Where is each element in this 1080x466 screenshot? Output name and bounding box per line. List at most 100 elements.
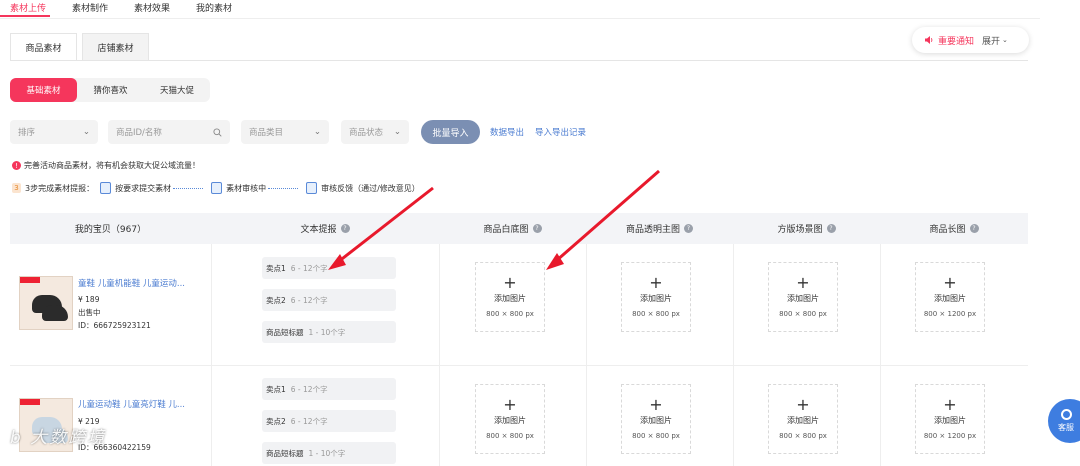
segment-guess[interactable]: 猜你喜欢 bbox=[77, 78, 144, 102]
upload-label: 添加图片 bbox=[640, 294, 672, 303]
upload-size: 800 × 800 px bbox=[632, 432, 680, 440]
field-label: 商品短标题 bbox=[266, 448, 304, 458]
field-label: 卖点2 bbox=[266, 295, 286, 305]
col-transparent-label: 商品透明主图 bbox=[625, 225, 680, 235]
field-label: 卖点1 bbox=[266, 384, 286, 394]
redacted-mark bbox=[20, 277, 40, 283]
promo-tip-text: 完善活动商品素材，将有机会获取大促公域流量！ bbox=[24, 161, 200, 170]
notice-expand[interactable]: 展开 bbox=[982, 34, 1000, 47]
tab-material-make[interactable]: 素材制作 bbox=[72, 1, 108, 14]
status-select[interactable]: 商品状态 ⌄ bbox=[341, 120, 409, 144]
upload-white-bg[interactable]: + 添加图片 800 × 800 px bbox=[475, 384, 545, 454]
product-name[interactable]: 儿童运动鞋 儿童亮灯鞋 儿... bbox=[78, 398, 185, 410]
upload-white-bg[interactable]: + 添加图片 800 × 800 px bbox=[475, 262, 545, 332]
category-select[interactable]: 商品类目 ⌄ bbox=[241, 120, 329, 144]
short-title-input[interactable]: 商品短标题 1 - 10个字 bbox=[262, 321, 396, 343]
customer-service-label: 客服 bbox=[1058, 423, 1074, 432]
field-hint: 6 - 12个字 bbox=[290, 416, 328, 426]
upload-transparent[interactable]: + 添加图片 800 × 800 px bbox=[621, 262, 691, 332]
segment-basic[interactable]: 基础素材 bbox=[10, 78, 77, 102]
cell-divider bbox=[211, 366, 212, 466]
step-2: 素材审核中 bbox=[226, 183, 267, 193]
upload-label: 添加图片 bbox=[787, 294, 819, 303]
table-row: 童鞋 儿童机能鞋 儿童运动... ¥ 189 出售中 ID：6667259231… bbox=[10, 244, 1028, 366]
product-price: ¥ 189 bbox=[78, 295, 100, 304]
col-long-image: 商品长图? bbox=[880, 213, 1028, 244]
upload-label: 添加图片 bbox=[934, 294, 966, 303]
segment-tmall-promo[interactable]: 天猫大促 bbox=[144, 78, 210, 102]
cell-divider bbox=[733, 366, 734, 466]
product-name[interactable]: 童鞋 儿童机能鞋 儿童运动... bbox=[78, 277, 185, 289]
tab-shop-material[interactable]: 店铺素材 bbox=[82, 33, 149, 61]
selling-point-1-input[interactable]: 卖点1 6 - 12个字 bbox=[262, 257, 396, 279]
step-count-badge: 3 bbox=[12, 183, 21, 193]
alert-icon: ! bbox=[12, 161, 21, 170]
plus-icon: + bbox=[649, 395, 663, 414]
search-input[interactable]: 商品ID/名称 bbox=[108, 120, 230, 144]
selling-point-2-input[interactable]: 卖点2 6 - 12个字 bbox=[262, 289, 396, 311]
notice-label: 重要通知 bbox=[938, 36, 975, 47]
step-3: 审核反馈（通过/修改意见） bbox=[321, 183, 420, 193]
step-connector bbox=[173, 187, 204, 189]
category-select-label: 商品类目 bbox=[249, 128, 284, 138]
search-icon[interactable] bbox=[213, 127, 222, 137]
upload-size: 800 × 1200 px bbox=[923, 432, 977, 440]
product-id: ID：666725923121 bbox=[78, 321, 151, 330]
submit-icon bbox=[100, 182, 112, 194]
field-hint: 6 - 12个字 bbox=[290, 384, 328, 394]
important-notice[interactable]: 重要通知 展开 ⌄ bbox=[912, 27, 1029, 53]
step-connector bbox=[268, 187, 299, 189]
upload-square-scene[interactable]: + 添加图片 800 × 800 px bbox=[768, 262, 838, 332]
watermark: b 大数跨境 bbox=[10, 428, 107, 448]
upload-size: 800 × 800 px bbox=[486, 432, 534, 440]
product-image[interactable] bbox=[19, 276, 73, 330]
col-long-image-label: 商品长图 bbox=[929, 225, 966, 235]
tab-material-effect[interactable]: 素材效果 bbox=[134, 1, 170, 14]
upload-label: 添加图片 bbox=[640, 416, 672, 425]
search-placeholder: 商品ID/名称 bbox=[116, 128, 162, 138]
customer-service-button[interactable]: 客服 bbox=[1048, 399, 1080, 443]
export-log-link[interactable]: 导入导出记录 bbox=[535, 126, 586, 138]
upload-size: 800 × 800 px bbox=[632, 310, 680, 318]
chevron-down-icon: ⌄ bbox=[393, 127, 401, 137]
upload-label: 添加图片 bbox=[787, 416, 819, 425]
cell-divider bbox=[733, 244, 734, 365]
upload-label: 添加图片 bbox=[494, 416, 526, 425]
help-icon[interactable]: ? bbox=[532, 224, 542, 233]
step-1: 按要求提交素材 bbox=[115, 183, 172, 193]
selling-point-2-input[interactable]: 卖点2 6 - 12个字 bbox=[262, 410, 396, 432]
product-status: 出售中 bbox=[78, 308, 101, 317]
col-white-bg: 商品白底图? bbox=[439, 213, 586, 244]
status-select-label: 商品状态 bbox=[349, 128, 384, 138]
upload-long-image[interactable]: + 添加图片 800 × 1200 px bbox=[915, 384, 985, 454]
help-icon[interactable]: ? bbox=[969, 224, 979, 233]
sort-select[interactable]: 排序 ⌄ bbox=[10, 120, 98, 144]
redacted-mark bbox=[20, 399, 40, 405]
chevron-down-icon: ⌄ bbox=[1002, 36, 1008, 44]
col-square-scene-label: 方版场景图 bbox=[777, 225, 823, 235]
tab-product-material[interactable]: 商品素材 bbox=[10, 33, 77, 61]
upload-square-scene[interactable]: + 添加图片 800 × 800 px bbox=[768, 384, 838, 454]
upload-size: 800 × 800 px bbox=[486, 310, 534, 318]
col-transparent: 商品透明主图? bbox=[586, 213, 733, 244]
tab-material-upload[interactable]: 素材上传 bbox=[10, 1, 46, 14]
help-icon[interactable]: ? bbox=[826, 224, 836, 233]
selling-point-1-input[interactable]: 卖点1 6 - 12个字 bbox=[262, 378, 396, 400]
upload-long-image[interactable]: + 添加图片 800 × 1200 px bbox=[915, 262, 985, 332]
cell-divider bbox=[586, 366, 587, 466]
feedback-icon bbox=[306, 182, 318, 194]
tab-my-material[interactable]: 我的素材 bbox=[196, 1, 232, 14]
field-label: 卖点1 bbox=[266, 263, 286, 273]
col-text-label: 文本提报 bbox=[300, 225, 337, 235]
plus-icon: + bbox=[943, 273, 957, 292]
plus-icon: + bbox=[796, 395, 810, 414]
batch-import-button[interactable]: 批量导入 bbox=[421, 120, 480, 144]
field-label: 商品短标题 bbox=[266, 327, 304, 337]
data-export-link[interactable]: 数据导出 bbox=[490, 126, 524, 138]
help-icon[interactable]: ? bbox=[684, 224, 693, 233]
plus-icon: + bbox=[503, 273, 517, 292]
short-title-input[interactable]: 商品短标题 1 - 10个字 bbox=[262, 442, 396, 464]
plus-icon: + bbox=[503, 395, 517, 414]
help-icon[interactable]: ? bbox=[340, 224, 350, 233]
upload-transparent[interactable]: + 添加图片 800 × 800 px bbox=[621, 384, 691, 454]
